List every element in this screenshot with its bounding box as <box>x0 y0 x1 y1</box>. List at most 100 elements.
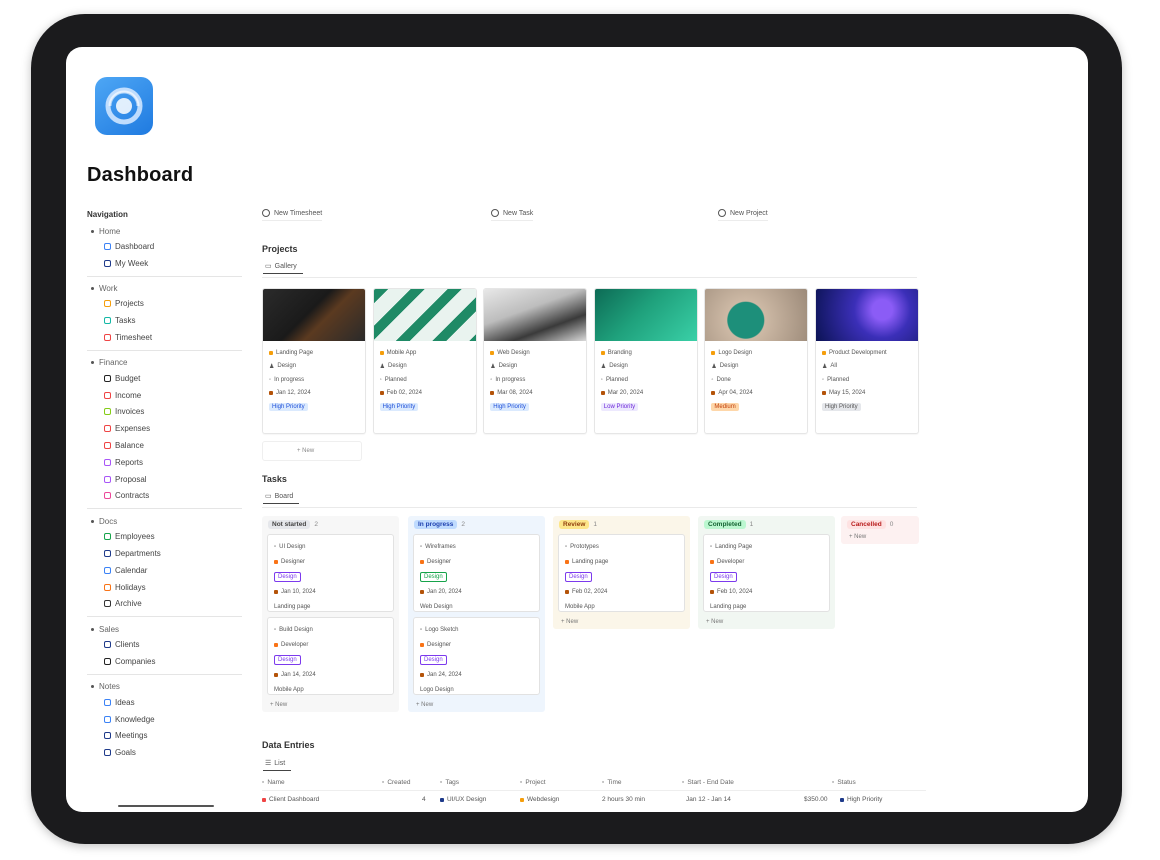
sidebar-item-ideas[interactable]: Ideas <box>87 694 242 711</box>
projects-gallery-tab[interactable]: ▭ Gallery <box>263 262 303 274</box>
new-task-button[interactable]: + New <box>553 617 690 629</box>
sidebar-item-label: Ideas <box>115 697 135 707</box>
project-owner-text: Design <box>387 363 407 370</box>
nav-group-label[interactable]: Sales <box>87 622 242 636</box>
project-due-date: Mar 08, 2024 <box>490 387 580 401</box>
new-project-card-button[interactable]: + New <box>262 441 362 461</box>
new-task-button[interactable]: New Task <box>491 209 534 221</box>
new-task-button[interactable]: + New <box>841 532 919 544</box>
nav-group-label-text: Sales <box>99 624 120 634</box>
sidebar-item-contracts[interactable]: Contracts <box>87 488 242 505</box>
sidebar-item-companies[interactable]: Companies <box>87 653 242 670</box>
sidebar-item-label: Invoices <box>115 407 145 417</box>
task-assignee-text: Designer <box>427 558 452 565</box>
column-header-name[interactable]: ▫ Name <box>262 779 382 786</box>
sidebar-item-tasks[interactable]: Tasks <box>87 312 242 329</box>
task-project: Logo Design <box>420 682 533 697</box>
list-tab-label: List <box>274 759 286 767</box>
sidebar-item-expenses[interactable]: Expenses <box>87 420 242 437</box>
sidebar-item-dashboard[interactable]: Dashboard <box>87 238 242 255</box>
column-header-created[interactable]: ▫ Created <box>382 779 440 786</box>
project-card[interactable]: Mobile App ♟ Design ◦ Planned Feb 02, 2024 Hig… <box>372 288 477 434</box>
nav-group-label[interactable]: Work <box>87 282 242 296</box>
project-card[interactable]: Product Development ♟ All ◦ Planned May 15, 2… <box>815 288 919 434</box>
task-icon: ▫ <box>274 543 277 550</box>
project-name-text: Mobile App <box>386 349 417 356</box>
project-priority: High Priority <box>822 400 912 414</box>
sidebar-item-holidays[interactable]: Holidays <box>87 579 242 596</box>
sidebar-item-goals[interactable]: Goals <box>87 744 242 761</box>
project-name-text: Branding <box>607 349 632 356</box>
sidebar-item-clients[interactable]: Clients <box>87 636 242 653</box>
task-date: Jan 24, 2024 <box>420 667 533 682</box>
sidebar-item-meetings[interactable]: Meetings <box>87 728 242 745</box>
sidebar-item-calendar[interactable]: Calendar <box>87 562 242 579</box>
new-task-button[interactable]: + New <box>698 617 835 629</box>
project-name-text: Web Design <box>497 349 530 356</box>
person-icon: ♟ <box>600 363 607 370</box>
sidebar-item-reports[interactable]: Reports <box>87 454 242 471</box>
new-project-button[interactable]: New Project <box>718 209 768 221</box>
nav-group-label[interactable]: Finance <box>87 356 242 370</box>
task-card[interactable]: ▫ Logo Sketch Designer Design Jan 24, 2024 Lo… <box>413 617 540 695</box>
sidebar-item-departments[interactable]: Departments <box>87 545 242 562</box>
project-due-date: Mar 20, 2024 <box>600 387 691 401</box>
sidebar-item-income[interactable]: Income <box>87 387 242 404</box>
column-header-start-end-date[interactable]: ▫ Start - End Date <box>682 779 832 786</box>
task-card[interactable]: ▫ Landing Page Developer Design Feb 10, 2024… <box>703 534 830 612</box>
task-card[interactable]: ▫ Build Design Developer Design Jan 14, 2024… <box>267 617 394 695</box>
column-header-time[interactable]: ▫ Time <box>602 779 682 786</box>
tasks-title: Tasks <box>262 474 287 484</box>
column-header-project[interactable]: ▫ Project <box>520 779 602 786</box>
sidebar-item-projects[interactable]: Projects <box>87 296 242 313</box>
status-pill: Cancelled <box>847 519 886 529</box>
board-column-not-started: Not started 2 ▫ UI Design Designer Design Jan … <box>262 516 399 712</box>
sidebar-item-my-week[interactable]: My Week <box>87 255 242 272</box>
nav-group-label[interactable]: Notes <box>87 680 242 694</box>
ideas-icon <box>104 698 111 706</box>
sidebar-scrollbar[interactable] <box>118 805 214 807</box>
project-card[interactable]: Branding ♟ Design ◦ Planned Mar 20, 2024 Low P… <box>593 288 698 434</box>
project-due-date-text: Mar 20, 2024 <box>607 390 644 397</box>
project-cover-image <box>705 289 808 341</box>
new-task-button[interactable]: + New <box>408 700 545 712</box>
task-tag-pill: Design <box>420 571 447 582</box>
sidebar-item-archive[interactable]: Archive <box>87 596 242 613</box>
project-owner: ♟ Design <box>711 360 801 374</box>
nav-group-label[interactable]: Docs <box>87 514 242 528</box>
nav-group-label-text: Notes <box>99 682 120 692</box>
status-dot-icon <box>379 350 384 355</box>
sidebar-item-timesheet[interactable]: Timesheet <box>87 329 242 346</box>
new-timesheet-button[interactable]: New Timesheet <box>262 209 323 221</box>
project-name: Product Development <box>822 346 912 360</box>
sidebar-item-knowledge[interactable]: Knowledge <box>87 711 242 728</box>
contracts-icon <box>104 492 111 500</box>
project-card[interactable]: Landing Page ♟ Design ◦ In progress Jan 12, 2… <box>262 288 366 434</box>
table-row[interactable]: Client Dashboard 4 UI/UX Design Webdesign 2 … <box>262 796 926 803</box>
nav-group-label[interactable]: Home <box>87 224 242 238</box>
sidebar-item-employees[interactable]: Employees <box>87 528 242 545</box>
task-card[interactable]: ▫ Wireframes Designer Design Jan 20, 2024 Web… <box>413 534 540 612</box>
column-header-status[interactable]: ▫ Status <box>832 779 926 786</box>
sidebar-item-balance[interactable]: Balance <box>87 437 242 454</box>
column-header-tags[interactable]: ▫ Tags <box>440 779 520 786</box>
table-cell-text: $350.00 <box>804 796 828 803</box>
project-card[interactable]: Logo Design ♟ Design ◦ Done Apr 04, 2024 Mediu… <box>704 288 809 434</box>
new-task-button[interactable]: + New <box>262 700 399 712</box>
project-card[interactable]: Web Design ♟ Design ◦ In progress Mar 08, 202… <box>483 288 588 434</box>
sidebar-item-budget[interactable]: Budget <box>87 370 242 387</box>
data-list-tab[interactable]: ☰ List <box>263 759 292 771</box>
task-card[interactable]: ▫ Prototypes Landing page Design Feb 02, 202… <box>558 534 685 612</box>
sidebar-item-label: Income <box>115 390 142 400</box>
project-owner-text: All <box>830 363 838 370</box>
status-pill: In progress <box>414 519 458 529</box>
sidebar-item-proposal[interactable]: Proposal <box>87 471 242 488</box>
column-header-label: Status <box>837 779 856 786</box>
tasks-board-tab[interactable]: ▭ Board <box>263 492 300 504</box>
nav-group-home: Home Dashboard My Week <box>87 224 242 277</box>
sidebar-item-label: Meetings <box>115 731 148 741</box>
project-due-date-text: Jan 12, 2024 <box>276 390 311 397</box>
sidebar-item-invoices[interactable]: Invoices <box>87 404 242 421</box>
table-cell-text: Webdesign <box>527 796 560 803</box>
task-card[interactable]: ▫ UI Design Designer Design Jan 10, 2024 Land… <box>267 534 394 612</box>
